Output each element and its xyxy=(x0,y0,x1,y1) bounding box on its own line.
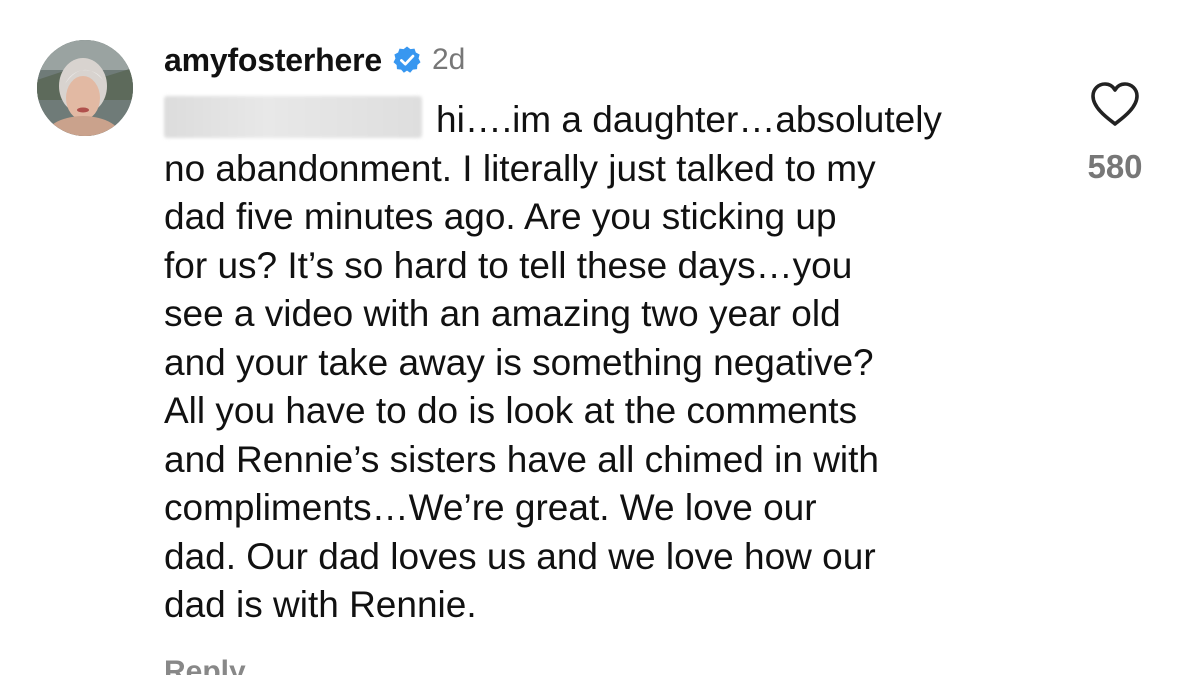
comment-text-first-line: hi….im a daughter…absolutely xyxy=(436,99,942,140)
avatar[interactable] xyxy=(37,40,133,136)
avatar-portrait xyxy=(37,40,133,136)
heart-outline-icon[interactable] xyxy=(1089,80,1141,128)
reply-button[interactable]: Reply xyxy=(164,655,246,675)
comment-text: no abandonment. I literally just talked … xyxy=(164,147,880,626)
comment-body: hi….im a daughter…absolutely no abandonm… xyxy=(164,96,1044,630)
verified-badge-icon xyxy=(392,45,422,75)
like-area: 580 xyxy=(1060,80,1170,186)
comment-header: amyfosterhere 2d xyxy=(164,38,465,82)
comment: amyfosterhere 2d hi….im a daughter…absol… xyxy=(0,0,1200,675)
username-link[interactable]: amyfosterhere xyxy=(164,42,382,79)
like-count[interactable]: 580 xyxy=(1060,148,1170,186)
timestamp[interactable]: 2d xyxy=(432,43,465,77)
redacted-mention xyxy=(164,96,422,138)
